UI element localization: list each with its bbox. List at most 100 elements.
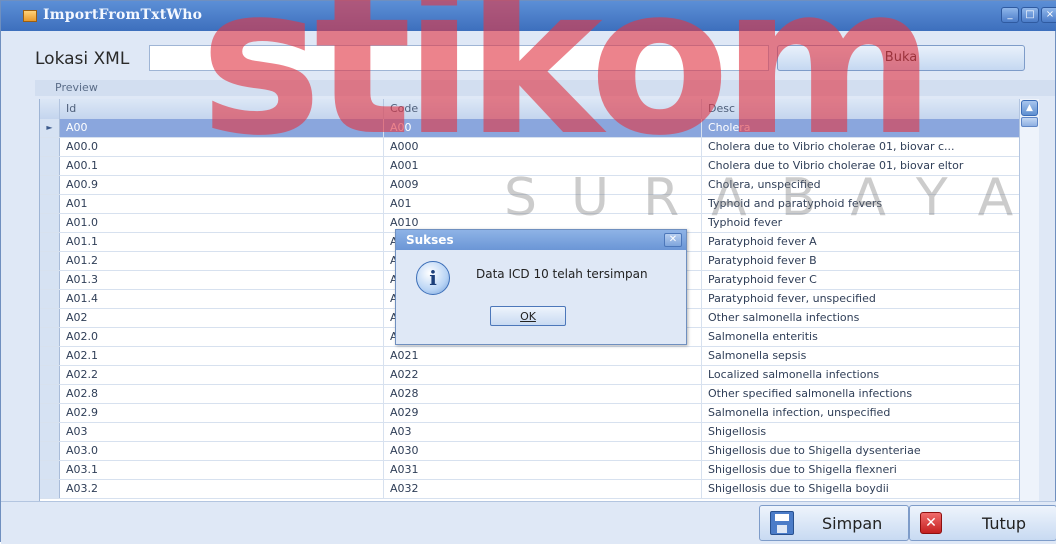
cell-id[interactable]: A02.9 <box>60 404 384 422</box>
row-selector[interactable] <box>40 328 60 346</box>
cell-code[interactable]: A00 <box>384 119 702 137</box>
cell-id[interactable]: A02 <box>60 309 384 327</box>
row-selector[interactable] <box>40 404 60 422</box>
cell-id[interactable]: A03.2 <box>60 480 384 498</box>
row-selector[interactable] <box>40 366 60 384</box>
cell-desc[interactable]: Other specified salmonella infections <box>702 385 1020 403</box>
cell-code[interactable]: A009 <box>384 176 702 194</box>
cell-id[interactable]: A02.1 <box>60 347 384 365</box>
cell-id[interactable]: A01.2 <box>60 252 384 270</box>
row-selector[interactable] <box>40 480 60 498</box>
save-button[interactable]: Simpan <box>759 505 909 541</box>
cell-code[interactable]: A030 <box>384 442 702 460</box>
cell-desc[interactable]: Cholera <box>702 119 1020 137</box>
cell-id[interactable]: A00.9 <box>60 176 384 194</box>
scroll-thumb[interactable] <box>1021 117 1038 127</box>
cell-code[interactable]: A01 <box>384 195 702 213</box>
table-row[interactable]: A03 A03 Shigellosis <box>40 423 1020 442</box>
cell-code[interactable]: A021 <box>384 347 702 365</box>
cell-desc[interactable]: Localized salmonella infections <box>702 366 1020 384</box>
row-selector[interactable] <box>40 252 60 270</box>
cell-desc[interactable]: Paratyphoid fever C <box>702 271 1020 289</box>
column-header-code[interactable]: Code <box>384 99 702 119</box>
cell-desc[interactable]: Paratyphoid fever B <box>702 252 1020 270</box>
row-selector[interactable] <box>40 176 60 194</box>
close-window-button[interactable]: × <box>1041 7 1056 23</box>
table-row[interactable]: A02.9 A029 Salmonella infection, unspecifi… <box>40 404 1020 423</box>
table-row[interactable]: A02.2 A022 Localized salmonella infections <box>40 366 1020 385</box>
cell-desc[interactable]: Paratyphoid fever, unspecified <box>702 290 1020 308</box>
table-row[interactable]: A03.1 A031 Shigellosis due to Shigella fle… <box>40 461 1020 480</box>
cell-desc[interactable]: Cholera due to Vibrio cholerae 01, biova… <box>702 157 1020 175</box>
table-row[interactable]: A02.1 A021 Salmonella sepsis <box>40 347 1020 366</box>
row-selector[interactable] <box>40 271 60 289</box>
cell-code[interactable]: A022 <box>384 366 702 384</box>
minimize-button[interactable]: _ <box>1001 7 1019 23</box>
cell-desc[interactable]: Salmonella enteritis <box>702 328 1020 346</box>
row-selector[interactable] <box>40 233 60 251</box>
cell-code[interactable]: A000 <box>384 138 702 156</box>
row-selector[interactable] <box>40 138 60 156</box>
row-selector[interactable] <box>40 347 60 365</box>
cell-code[interactable]: A028 <box>384 385 702 403</box>
cell-desc[interactable]: Cholera, unspecified <box>702 176 1020 194</box>
row-selector[interactable] <box>40 423 60 441</box>
ok-button[interactable]: OK <box>490 306 566 326</box>
scroll-up-icon[interactable]: ▲ <box>1021 100 1038 116</box>
table-row[interactable]: A00.1 A001 Cholera due to Vibrio cholerae … <box>40 157 1020 176</box>
table-row[interactable]: A03.2 A032 Shigellosis due to Shigella boy… <box>40 480 1020 499</box>
cell-code[interactable]: A031 <box>384 461 702 479</box>
cell-id[interactable]: A02.8 <box>60 385 384 403</box>
cell-desc[interactable]: Shigellosis due to Shigella dysenteriae <box>702 442 1020 460</box>
row-selector[interactable] <box>40 385 60 403</box>
table-row[interactable]: A00.9 A009 Cholera, unspecified <box>40 176 1020 195</box>
row-selector[interactable] <box>40 461 60 479</box>
title-bar[interactable]: ImportFromTxtWho _ □ × <box>1 1 1056 31</box>
cell-id[interactable]: A00.1 <box>60 157 384 175</box>
table-row[interactable]: A03.0 A030 Shigellosis due to Shigella dys… <box>40 442 1020 461</box>
cell-id[interactable]: A00 <box>60 119 384 137</box>
cell-desc[interactable]: Typhoid and paratyphoid fevers <box>702 195 1020 213</box>
table-row[interactable]: A02.8 A028 Other specified salmonella infe… <box>40 385 1020 404</box>
cell-desc[interactable]: Shigellosis <box>702 423 1020 441</box>
row-selector[interactable] <box>40 157 60 175</box>
row-selector[interactable] <box>40 309 60 327</box>
row-selector[interactable] <box>40 290 60 308</box>
maximize-button[interactable]: □ <box>1021 7 1039 23</box>
cell-id[interactable]: A02.2 <box>60 366 384 384</box>
column-header-desc[interactable]: Desc <box>702 99 1020 119</box>
cell-id[interactable]: A01.1 <box>60 233 384 251</box>
cell-id[interactable]: A00.0 <box>60 138 384 156</box>
cell-desc[interactable]: Cholera due to Vibrio cholerae 01, biova… <box>702 138 1020 156</box>
cell-desc[interactable]: Shigellosis due to Shigella boydii <box>702 480 1020 498</box>
cell-id[interactable]: A01 <box>60 195 384 213</box>
table-row[interactable]: A01 A01 Typhoid and paratyphoid fevers <box>40 195 1020 214</box>
close-button[interactable]: ✕ Tutup <box>909 505 1056 541</box>
table-row[interactable]: ► A00 A00 Cholera <box>40 119 1020 138</box>
cell-id[interactable]: A01.4 <box>60 290 384 308</box>
cell-desc[interactable]: Paratyphoid fever A <box>702 233 1020 251</box>
cell-code[interactable]: A03 <box>384 423 702 441</box>
cell-id[interactable]: A03 <box>60 423 384 441</box>
open-button[interactable]: Buka <box>777 45 1025 71</box>
cell-id[interactable]: A03.0 <box>60 442 384 460</box>
cell-code[interactable]: A029 <box>384 404 702 422</box>
cell-desc[interactable]: Shigellosis due to Shigella flexneri <box>702 461 1020 479</box>
cell-id[interactable]: A03.1 <box>60 461 384 479</box>
row-selector[interactable]: ► <box>40 119 60 137</box>
table-row[interactable]: A00.0 A000 Cholera due to Vibrio cholerae … <box>40 138 1020 157</box>
cell-id[interactable]: A02.0 <box>60 328 384 346</box>
vertical-scrollbar[interactable]: ▲ <box>1019 99 1039 501</box>
cell-id[interactable]: A01.3 <box>60 271 384 289</box>
cell-desc[interactable]: Typhoid fever <box>702 214 1020 232</box>
cell-desc[interactable]: Salmonella sepsis <box>702 347 1020 365</box>
cell-id[interactable]: A01.0 <box>60 214 384 232</box>
cell-desc[interactable]: Other salmonella infections <box>702 309 1020 327</box>
row-selector[interactable] <box>40 442 60 460</box>
dialog-close-icon[interactable]: ✕ <box>664 233 682 247</box>
cell-desc[interactable]: Salmonella infection, unspecified <box>702 404 1020 422</box>
cell-code[interactable]: A001 <box>384 157 702 175</box>
xml-location-input[interactable] <box>149 45 769 71</box>
row-selector[interactable] <box>40 214 60 232</box>
row-selector[interactable] <box>40 195 60 213</box>
